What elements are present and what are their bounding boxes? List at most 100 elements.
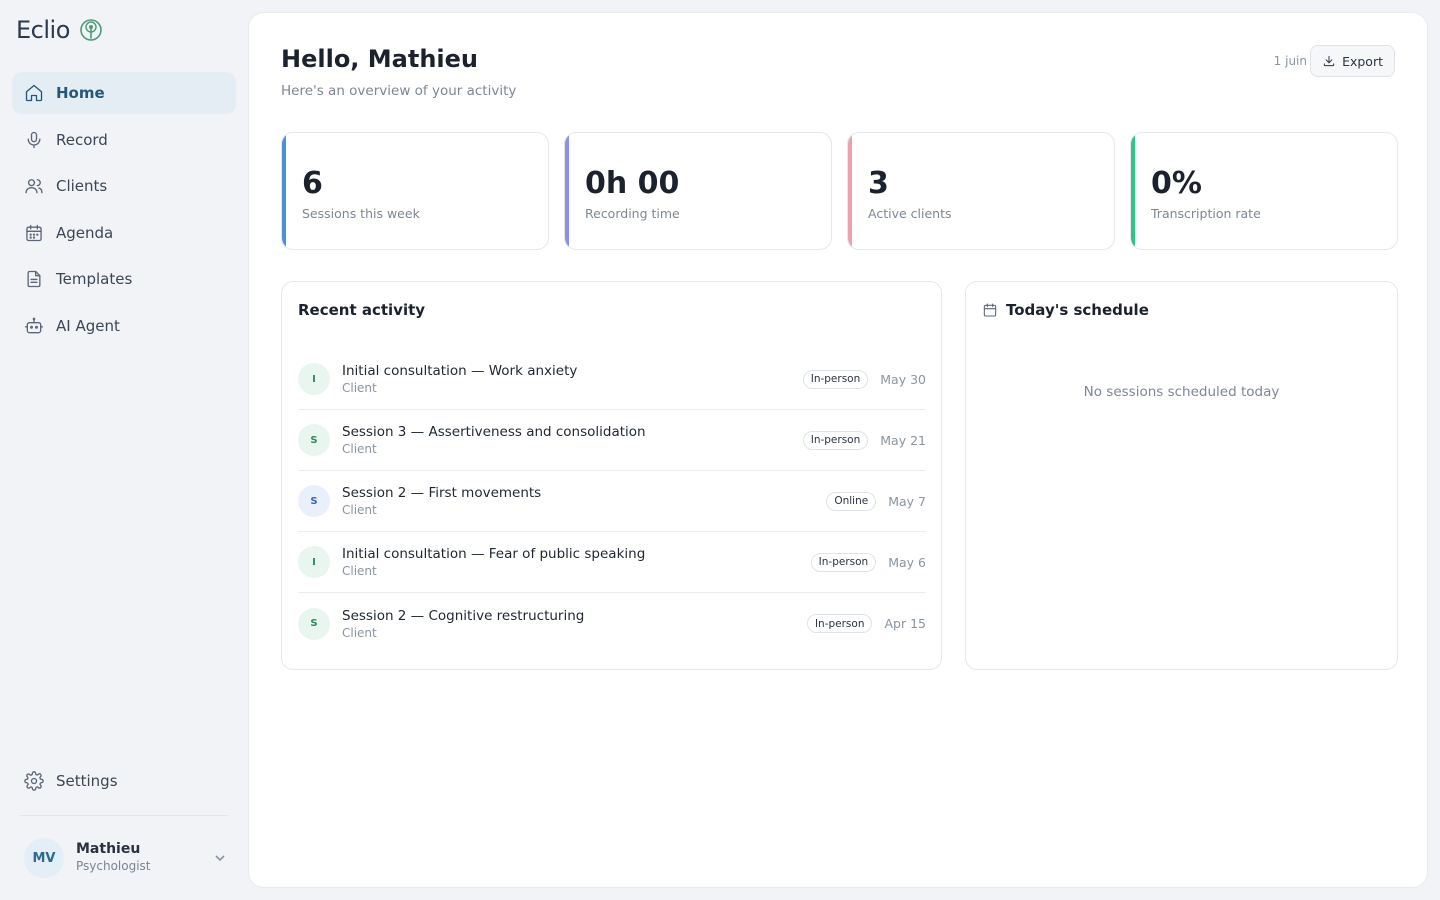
row-subtitle: Client — [342, 564, 377, 578]
status-badge: In-person — [806, 614, 873, 633]
row-title: Session 2 — Cognitive restructuring — [342, 607, 585, 624]
card-title: Recent activity — [298, 301, 426, 319]
date-label: 1 juin — [1273, 54, 1307, 68]
download-icon — [1323, 55, 1335, 67]
stat-card-recording: 0h 00 Recording time — [564, 132, 832, 250]
list-item[interactable]: S Session 2 — Cognitive restructuring Cl… — [298, 593, 926, 654]
row-date: May 30 — [880, 371, 926, 387]
home-icon — [24, 83, 44, 103]
list-item[interactable]: I Initial consultation — Fear of public … — [298, 532, 926, 593]
row-date: May 7 — [888, 493, 926, 509]
row-text: Initial consultation — Fear of public sp… — [342, 545, 811, 579]
status-badge: In-person — [810, 552, 877, 572]
user-meta: Mathieu Psychologist — [76, 841, 212, 875]
list-item[interactable]: I Initial consultation — Work anxiety Cl… — [298, 349, 926, 410]
sidebar-item-home[interactable]: Home — [12, 72, 236, 114]
users-icon — [24, 176, 44, 196]
row-avatar: S — [298, 607, 330, 640]
row-date: May 21 — [880, 432, 926, 448]
recent-activity-card: Recent activity I Initial consultation —… — [281, 281, 942, 670]
app-logo[interactable]: Eclio — [16, 16, 104, 44]
stat-value: 0% — [1151, 166, 1202, 201]
page-subtitle: Here's an overview of your activity — [281, 83, 517, 99]
sidebar-item-label: Record — [56, 130, 108, 149]
card-title-text: Today's schedule — [1006, 301, 1149, 319]
stat-value: 3 — [868, 166, 889, 201]
list-item[interactable]: S Session 2 — First movements Client Onl… — [298, 471, 926, 532]
sidebar-item-clients[interactable]: Clients — [12, 165, 236, 207]
row-text: Session 2 — First movements Client — [342, 484, 826, 518]
row-avatar: S — [298, 485, 330, 517]
row-title: Initial consultation — Work anxiety — [342, 363, 578, 379]
stat-value: 0h 00 — [585, 166, 680, 201]
sidebar-item-label: Templates — [56, 270, 133, 288]
stat-label: Transcription rate — [1151, 206, 1261, 221]
row-subtitle: Client — [342, 381, 377, 395]
user-role: Psychologist — [76, 859, 151, 873]
row-date: May 6 — [888, 554, 926, 570]
empty-state: No sessions scheduled today — [1083, 384, 1280, 400]
sidebar-item-label: Home — [56, 84, 105, 102]
status-badge: In-person — [802, 430, 869, 450]
stat-card-sessions: 6 Sessions this week — [281, 132, 549, 250]
row-avatar: I — [298, 363, 330, 395]
document-icon — [24, 269, 44, 289]
sidebar-item-label: Agenda — [56, 223, 114, 242]
stat-label: Active clients — [868, 206, 952, 221]
stat-accent — [848, 133, 852, 249]
stat-label: Recording time — [585, 206, 680, 221]
row-date: Apr 15 — [884, 616, 926, 631]
gear-icon — [24, 771, 44, 791]
stat-accent — [282, 133, 286, 249]
row-text: Session 3 — Assertiveness and consolidat… — [342, 423, 803, 457]
sidebar-nav: Home Record Clients Agenda Templates AI … — [12, 72, 236, 351]
stat-card-transcription: 0% Transcription rate — [1130, 132, 1398, 250]
page-title: Hello, Mathieu — [281, 45, 479, 73]
row-avatar: S — [298, 424, 330, 456]
calendar-icon — [24, 223, 44, 243]
sidebar-item-label: Clients — [56, 177, 108, 195]
bot-icon — [24, 316, 44, 336]
sidebar-divider — [20, 815, 228, 816]
status-badge: Online — [826, 491, 877, 511]
row-text: Initial consultation — Work anxiety Clie… — [342, 362, 803, 396]
logo-mark-icon — [80, 19, 102, 41]
chevron-down-icon[interactable] — [212, 850, 228, 866]
todays-schedule-card: Today's schedule No sessions scheduled t… — [965, 281, 1398, 670]
row-text: Session 2 — Cognitive restructuring Clie… — [342, 607, 807, 641]
row-title: Session 3 — Assertiveness and consolidat… — [342, 424, 646, 440]
row-title: Initial consultation — Fear of public sp… — [342, 546, 646, 562]
activity-list: I Initial consultation — Work anxiety Cl… — [298, 349, 926, 654]
sidebar-item-templates[interactable]: Templates — [12, 258, 236, 300]
export-label: Export — [1342, 53, 1383, 69]
sidebar-item-label: Settings — [56, 772, 118, 790]
row-avatar: I — [298, 546, 330, 578]
card-title: Today's schedule — [982, 301, 1149, 319]
row-title: Session 2 — First movements — [342, 485, 542, 501]
stats-row: 6 Sessions this week 0h 00 Recording tim… — [281, 132, 1398, 250]
row-subtitle: Client — [342, 625, 377, 640]
mic-icon — [24, 130, 44, 150]
sidebar-item-settings[interactable]: Settings — [12, 760, 236, 802]
export-button[interactable]: Export — [1310, 45, 1395, 77]
avatar: MV — [24, 838, 64, 878]
row-subtitle: Client — [342, 442, 377, 456]
user-name: Mathieu — [76, 841, 141, 857]
user-menu[interactable]: MV Mathieu Psychologist — [24, 838, 228, 878]
stat-label: Sessions this week — [302, 206, 420, 221]
stat-value: 6 — [302, 166, 323, 201]
sidebar-item-label: AI Agent — [56, 316, 120, 335]
sidebar: Eclio Home Record Clients Agenda Templat… — [0, 0, 248, 900]
main-panel: Hello, Mathieu Here's an overview of you… — [248, 12, 1428, 888]
stat-accent — [565, 133, 569, 249]
sidebar-settings: Settings — [12, 760, 236, 807]
app-name: Eclio — [16, 16, 70, 44]
stat-card-clients: 3 Active clients — [847, 132, 1115, 250]
calendar-icon — [983, 303, 997, 317]
row-subtitle: Client — [342, 503, 377, 517]
sidebar-item-record[interactable]: Record — [12, 119, 236, 161]
list-item[interactable]: S Session 3 — Assertiveness and consolid… — [298, 410, 926, 471]
sidebar-item-ai-agent[interactable]: AI Agent — [12, 305, 236, 347]
sidebar-item-agenda[interactable]: Agenda — [12, 212, 236, 254]
status-badge: In-person — [802, 369, 869, 389]
